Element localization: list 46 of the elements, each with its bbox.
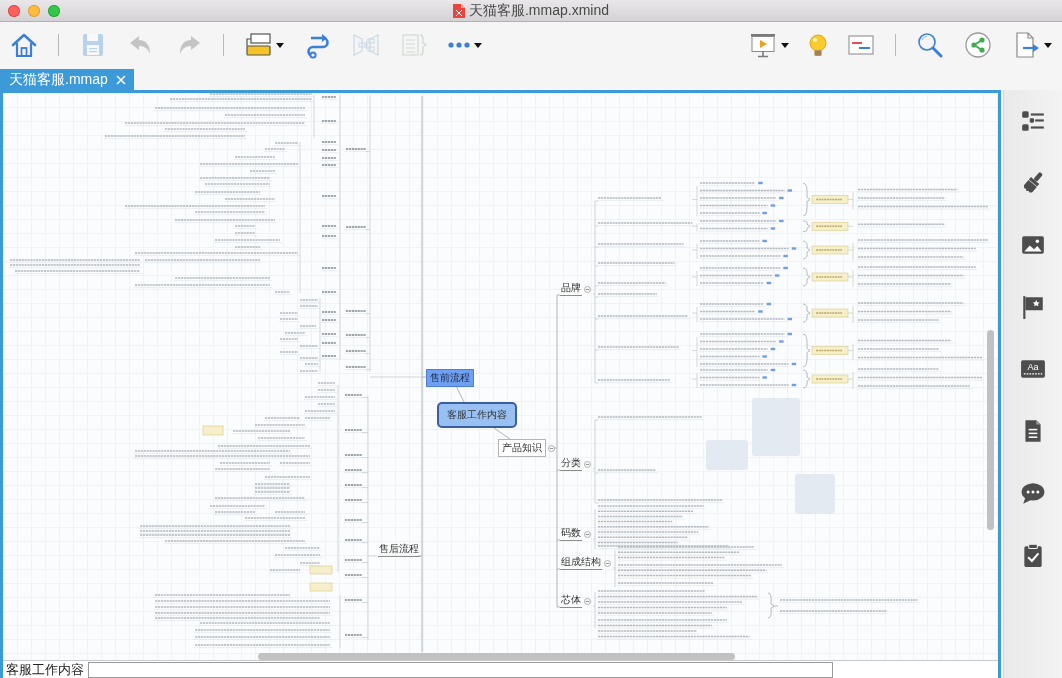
- vertical-scrollbar[interactable]: [987, 330, 994, 530]
- home-icon: [10, 31, 38, 59]
- photo-placeholder: [795, 474, 835, 514]
- curved-arrow-icon: [304, 31, 332, 59]
- more-icon: [448, 42, 470, 48]
- comment-icon: [1020, 480, 1046, 506]
- flag-icon: [1020, 294, 1046, 320]
- tree-diagram-icon: [352, 31, 380, 59]
- close-button[interactable]: [8, 4, 20, 17]
- share-icon: [964, 31, 992, 59]
- collapse-icon[interactable]: [604, 559, 611, 567]
- minimize-button[interactable]: [28, 4, 40, 17]
- search-button[interactable]: [916, 30, 944, 60]
- close-icon[interactable]: [115, 74, 126, 85]
- lightbulb-icon: [809, 33, 827, 57]
- main-topic[interactable]: 售后流程: [378, 543, 420, 557]
- collapse-icon[interactable]: [584, 460, 591, 468]
- text-panel-button[interactable]: Aa: [1013, 349, 1053, 389]
- main-topic[interactable]: 售前流程: [426, 369, 474, 387]
- central-topic[interactable]: 客服工作内容: [437, 402, 517, 428]
- subtopic[interactable]: 组成结构: [560, 556, 602, 570]
- boxes-icon: [244, 31, 272, 59]
- tiny-text-drawing: [596, 469, 659, 473]
- brace-icon: [400, 31, 428, 59]
- subtopic[interactable]: 分类: [560, 457, 582, 471]
- list-icon: [1020, 108, 1046, 134]
- connector-line: [493, 427, 511, 440]
- subtopic[interactable]: 芯体: [560, 594, 582, 608]
- easel-icon: [749, 31, 777, 59]
- window-title: 天猫客服.mmap.xmind: [469, 1, 609, 20]
- collapse-icon[interactable]: [548, 444, 555, 452]
- share-button[interactable]: [964, 30, 992, 60]
- file-icon: [453, 3, 465, 18]
- collapse-icon[interactable]: [584, 597, 591, 605]
- zoom-button[interactable]: [48, 4, 60, 17]
- subtopic[interactable]: 品牌: [560, 282, 582, 296]
- photo-placeholder: [752, 398, 800, 456]
- topic-title-label: 客服工作内容: [5, 661, 84, 678]
- main-topic[interactable]: 产品知识: [498, 439, 546, 457]
- input-field[interactable]: [88, 661, 833, 678]
- search-icon: [916, 31, 944, 59]
- photo-placeholder: [706, 440, 748, 470]
- subtopic[interactable]: 码数: [560, 527, 582, 541]
- horizontal-scrollbar[interactable]: [258, 653, 735, 660]
- collapse-icon[interactable]: [584, 530, 591, 538]
- collapse-icon[interactable]: [584, 285, 591, 293]
